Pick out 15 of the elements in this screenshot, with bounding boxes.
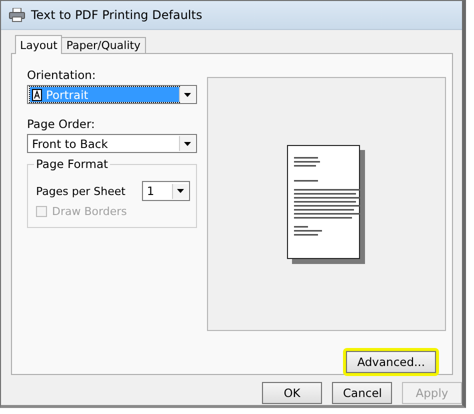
draw-borders-label: Draw Borders (52, 205, 127, 218)
dialog-button[interactable]: Cancel (332, 382, 392, 404)
window-title: Text to PDF Printing Defaults (31, 8, 202, 22)
advanced-button[interactable]: Advanced... (346, 351, 436, 373)
pages-per-sheet-label: Pages per Sheet (36, 184, 126, 198)
page-order-dropdown[interactable]: Front to Back (27, 134, 197, 153)
page-order-label: Page Order: (27, 117, 96, 131)
pages-per-sheet-dropdown[interactable]: 1 (142, 181, 190, 201)
group-title: Page Format (34, 157, 110, 171)
dialog-button[interactable]: OK (262, 382, 322, 404)
orientation-label: Orientation: (27, 68, 97, 82)
tab[interactable]: Layout (15, 35, 62, 54)
tab[interactable]: Paper/Quality (61, 37, 146, 53)
portrait-page-icon (32, 88, 42, 100)
printer-icon (9, 8, 25, 22)
